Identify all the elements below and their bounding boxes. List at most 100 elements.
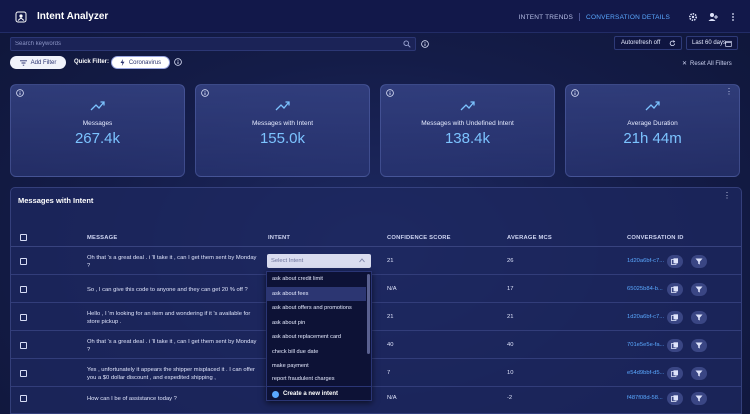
- column-header-confidence[interactable]: CONFIDENCE SCORE: [387, 235, 451, 241]
- top-nav: INTENT TRENDS CONVERSATION DETAILS: [513, 13, 676, 21]
- date-range-button[interactable]: Last 60 days: [686, 36, 738, 50]
- intent-option[interactable]: ask about offers and promotions: [267, 301, 366, 316]
- intent-option[interactable]: ask about fees: [267, 286, 366, 301]
- conversation-id-link[interactable]: 65025b84-b...: [627, 286, 663, 292]
- intent-option[interactable]: check bill due date: [267, 345, 366, 360]
- quick-filter-label: Quick Filter:: [74, 59, 110, 65]
- copy-button[interactable]: [667, 283, 683, 296]
- app-title: Intent Analyzer: [37, 11, 109, 22]
- confidence-score: 40: [387, 342, 394, 348]
- conversation-id-link[interactable]: e54d9bbf-d5...: [627, 370, 664, 376]
- filter-button[interactable]: [691, 392, 707, 405]
- table-header: MESSAGE INTENT CONFIDENCE SCORE AVERAGE …: [11, 230, 741, 247]
- quick-filter-value: Coronavirus: [128, 59, 162, 66]
- row-checkbox[interactable]: [20, 286, 27, 293]
- table-row[interactable]: Hello , I 'm looking for an item and won…: [11, 304, 741, 331]
- app-logo-icon: [15, 11, 27, 23]
- confidence-score: 21: [387, 258, 394, 264]
- message-text: So , I can give this code to anyone and …: [87, 287, 248, 293]
- confidence-score: 7: [387, 370, 391, 376]
- filter-button[interactable]: [691, 311, 707, 324]
- copy-button[interactable]: [667, 367, 683, 380]
- table-row[interactable]: Oh that 's a great deal . i 'll take it …: [11, 248, 741, 275]
- search-input[interactable]: [15, 38, 395, 50]
- row-checkbox[interactable]: [20, 314, 27, 321]
- intent-select[interactable]: Select Intent: [267, 254, 371, 268]
- more-vertical-icon[interactable]: ⋮: [723, 192, 731, 200]
- autorefresh-button[interactable]: Autorefresh off: [614, 36, 682, 50]
- table-row[interactable]: So , I can give this code to anyone and …: [11, 276, 741, 303]
- reset-filters-button[interactable]: ✕ Reset All Filters: [682, 60, 732, 67]
- table-row[interactable]: Oh that 's a great deal . i 'll take it …: [11, 332, 741, 359]
- filter-button[interactable]: [691, 283, 707, 296]
- row-checkbox[interactable]: [20, 395, 27, 402]
- calendar-icon: [725, 40, 732, 47]
- metric-label: Messages with Undefined Intent: [421, 120, 514, 127]
- info-icon[interactable]: [201, 89, 209, 97]
- table-row[interactable]: How can I be of assistance today ? N/A -…: [11, 388, 741, 414]
- funnel-icon: [695, 286, 703, 293]
- confidence-score: 21: [387, 314, 394, 320]
- average-mcs: 21: [507, 314, 514, 320]
- conversation-id-link[interactable]: f487f08d-58...: [627, 395, 663, 401]
- column-header-average-mcs[interactable]: AVERAGE MCS: [507, 235, 552, 241]
- conversation-id-link[interactable]: 701e5e5e-fa...: [627, 342, 664, 348]
- add-user-icon[interactable]: [708, 12, 718, 22]
- search-icon[interactable]: [403, 40, 411, 48]
- nav-conversation-details[interactable]: CONVERSATION DETAILS: [580, 14, 676, 21]
- metric-card-messages-with-intent: Messages with Intent 155.0k: [195, 84, 370, 177]
- trending-up-icon: [460, 101, 475, 111]
- more-vertical-icon[interactable]: ⋮: [725, 88, 733, 96]
- dropdown-scrollbar[interactable]: [367, 274, 370, 354]
- info-icon[interactable]: [571, 89, 579, 97]
- metric-value: 138.4k: [444, 130, 491, 147]
- select-all-checkbox[interactable]: [20, 234, 27, 241]
- row-checkbox[interactable]: [20, 370, 27, 377]
- column-header-conversation-id[interactable]: CONVERSATION ID: [627, 235, 684, 241]
- copy-button[interactable]: [667, 339, 683, 352]
- search-box: [10, 37, 416, 51]
- metric-value: 267.4k: [74, 130, 121, 147]
- conversation-id-link[interactable]: 1d20a6bf-c7...: [627, 258, 664, 264]
- copy-icon: [671, 286, 678, 293]
- info-icon[interactable]: [174, 58, 182, 66]
- column-header-message[interactable]: MESSAGE: [87, 235, 117, 241]
- table-row[interactable]: Yes , unfortunately it appears the shipp…: [11, 360, 741, 387]
- intent-option[interactable]: ask about credit limit: [267, 272, 366, 287]
- nav-intent-trends[interactable]: INTENT TRENDS: [513, 14, 579, 21]
- row-checkbox[interactable]: [20, 342, 27, 349]
- copy-button[interactable]: [667, 311, 683, 324]
- add-filter-button[interactable]: Add Filter: [10, 56, 66, 69]
- conversation-id-link[interactable]: 1d20a6bf-c7...: [627, 314, 664, 320]
- info-icon[interactable]: [386, 89, 394, 97]
- copy-icon: [671, 314, 678, 321]
- average-mcs: 40: [507, 342, 514, 348]
- refresh-icon: [669, 40, 676, 47]
- row-checkbox[interactable]: [20, 258, 27, 265]
- top-bar: Intent Analyzer INTENT TRENDS CONVERSATI…: [0, 0, 750, 33]
- quick-filter-chip[interactable]: Coronavirus: [111, 56, 170, 69]
- intent-option[interactable]: ask about replacement card: [267, 330, 366, 345]
- more-vertical-icon[interactable]: [728, 12, 738, 22]
- filter-button[interactable]: [691, 339, 707, 352]
- column-header-intent[interactable]: INTENT: [268, 235, 290, 241]
- intent-option[interactable]: make payment: [267, 359, 366, 374]
- gear-icon[interactable]: [688, 12, 698, 22]
- message-text: Yes , unfortunately it appears the shipp…: [87, 367, 255, 381]
- intent-select-placeholder: Select Intent: [271, 258, 304, 264]
- funnel-icon: [695, 258, 703, 265]
- info-icon[interactable]: [421, 40, 429, 48]
- info-icon[interactable]: [16, 89, 24, 97]
- copy-button[interactable]: [667, 392, 683, 405]
- close-icon: ✕: [682, 61, 688, 67]
- metric-label: Messages: [82, 120, 113, 127]
- chevron-up-icon: [359, 258, 365, 263]
- copy-button[interactable]: [667, 255, 683, 268]
- intent-option[interactable]: report fraudulent charges: [267, 374, 366, 386]
- funnel-icon: [695, 370, 703, 377]
- average-mcs: -2: [507, 395, 513, 401]
- filter-button[interactable]: [691, 367, 707, 380]
- filter-button[interactable]: [691, 255, 707, 268]
- intent-option[interactable]: ask about pin: [267, 316, 366, 331]
- create-intent-button[interactable]: Create a new intent: [267, 386, 371, 400]
